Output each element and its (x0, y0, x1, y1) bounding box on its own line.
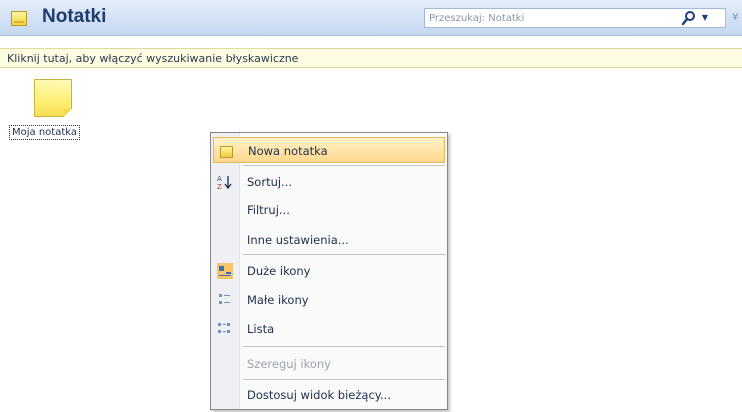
notes-folder-icon (11, 11, 27, 26)
menu-item-arrange-icons: Szereguj ikony (213, 351, 445, 377)
menu-item-small-icons[interactable]: Małe ikony (213, 287, 445, 313)
menu-item-label: Lista (247, 322, 275, 336)
expand-query-builder-icon[interactable]: ¥ (732, 11, 742, 25)
menu-item-other-settings[interactable]: Inne ustawienia... (213, 227, 445, 253)
menu-item-label: Szereguj ikony (247, 357, 331, 371)
large-icons-icon (217, 263, 233, 279)
menu-item-label: Inne ustawienia... (247, 233, 349, 247)
infobar-text: Kliknij tutaj, aby włączyć wyszukiwanie … (7, 52, 299, 65)
menu-item-label: Dostosuj widok bieżący... (247, 388, 391, 402)
menu-separator (243, 165, 445, 166)
menu-separator (243, 346, 445, 347)
sort-az-icon: A Z (217, 174, 233, 191)
search-icon[interactable] (681, 10, 697, 26)
menu-item-label: Małe ikony (247, 293, 309, 307)
menu-separator (243, 379, 445, 380)
search-box[interactable]: ▼ (424, 8, 726, 28)
search-options-chevron-down-icon[interactable]: ▼ (699, 10, 711, 26)
menu-separator (243, 254, 445, 255)
svg-text:Z: Z (217, 183, 222, 190)
menu-item-customize-view[interactable]: Dostosuj widok bieżący... (213, 382, 445, 408)
search-input[interactable] (425, 9, 669, 27)
instant-search-infobar[interactable]: Kliknij tutaj, aby włączyć wyszukiwanie … (0, 48, 742, 68)
small-icons-icon (217, 292, 233, 308)
folder-title: Notatki (42, 6, 107, 27)
list-icon (217, 321, 233, 337)
note-item-icon[interactable] (34, 79, 72, 117)
menu-item-label: Nowa notatka (248, 144, 328, 158)
menu-item-list[interactable]: Lista (213, 316, 445, 342)
menu-item-large-icons[interactable]: Duże ikony (213, 258, 445, 284)
svg-text:A: A (217, 175, 222, 183)
menu-item-new-note[interactable]: Nowa notatka (213, 137, 445, 163)
menu-item-filter[interactable]: Filtruj... (213, 197, 445, 223)
menu-item-label: Sortuj... (247, 175, 293, 189)
note-icon (218, 143, 234, 159)
menu-item-sort[interactable]: A Z Sortuj... (213, 169, 445, 195)
menu-item-label: Filtruj... (247, 203, 290, 217)
folder-header: Notatki ▼ ¥ (0, 0, 742, 36)
note-item-label[interactable]: Moja notatka (9, 125, 80, 140)
context-menu: Nowa notatka A Z Sortuj... Filtruj... In… (210, 132, 448, 410)
menu-item-label: Duże ikony (247, 264, 311, 278)
